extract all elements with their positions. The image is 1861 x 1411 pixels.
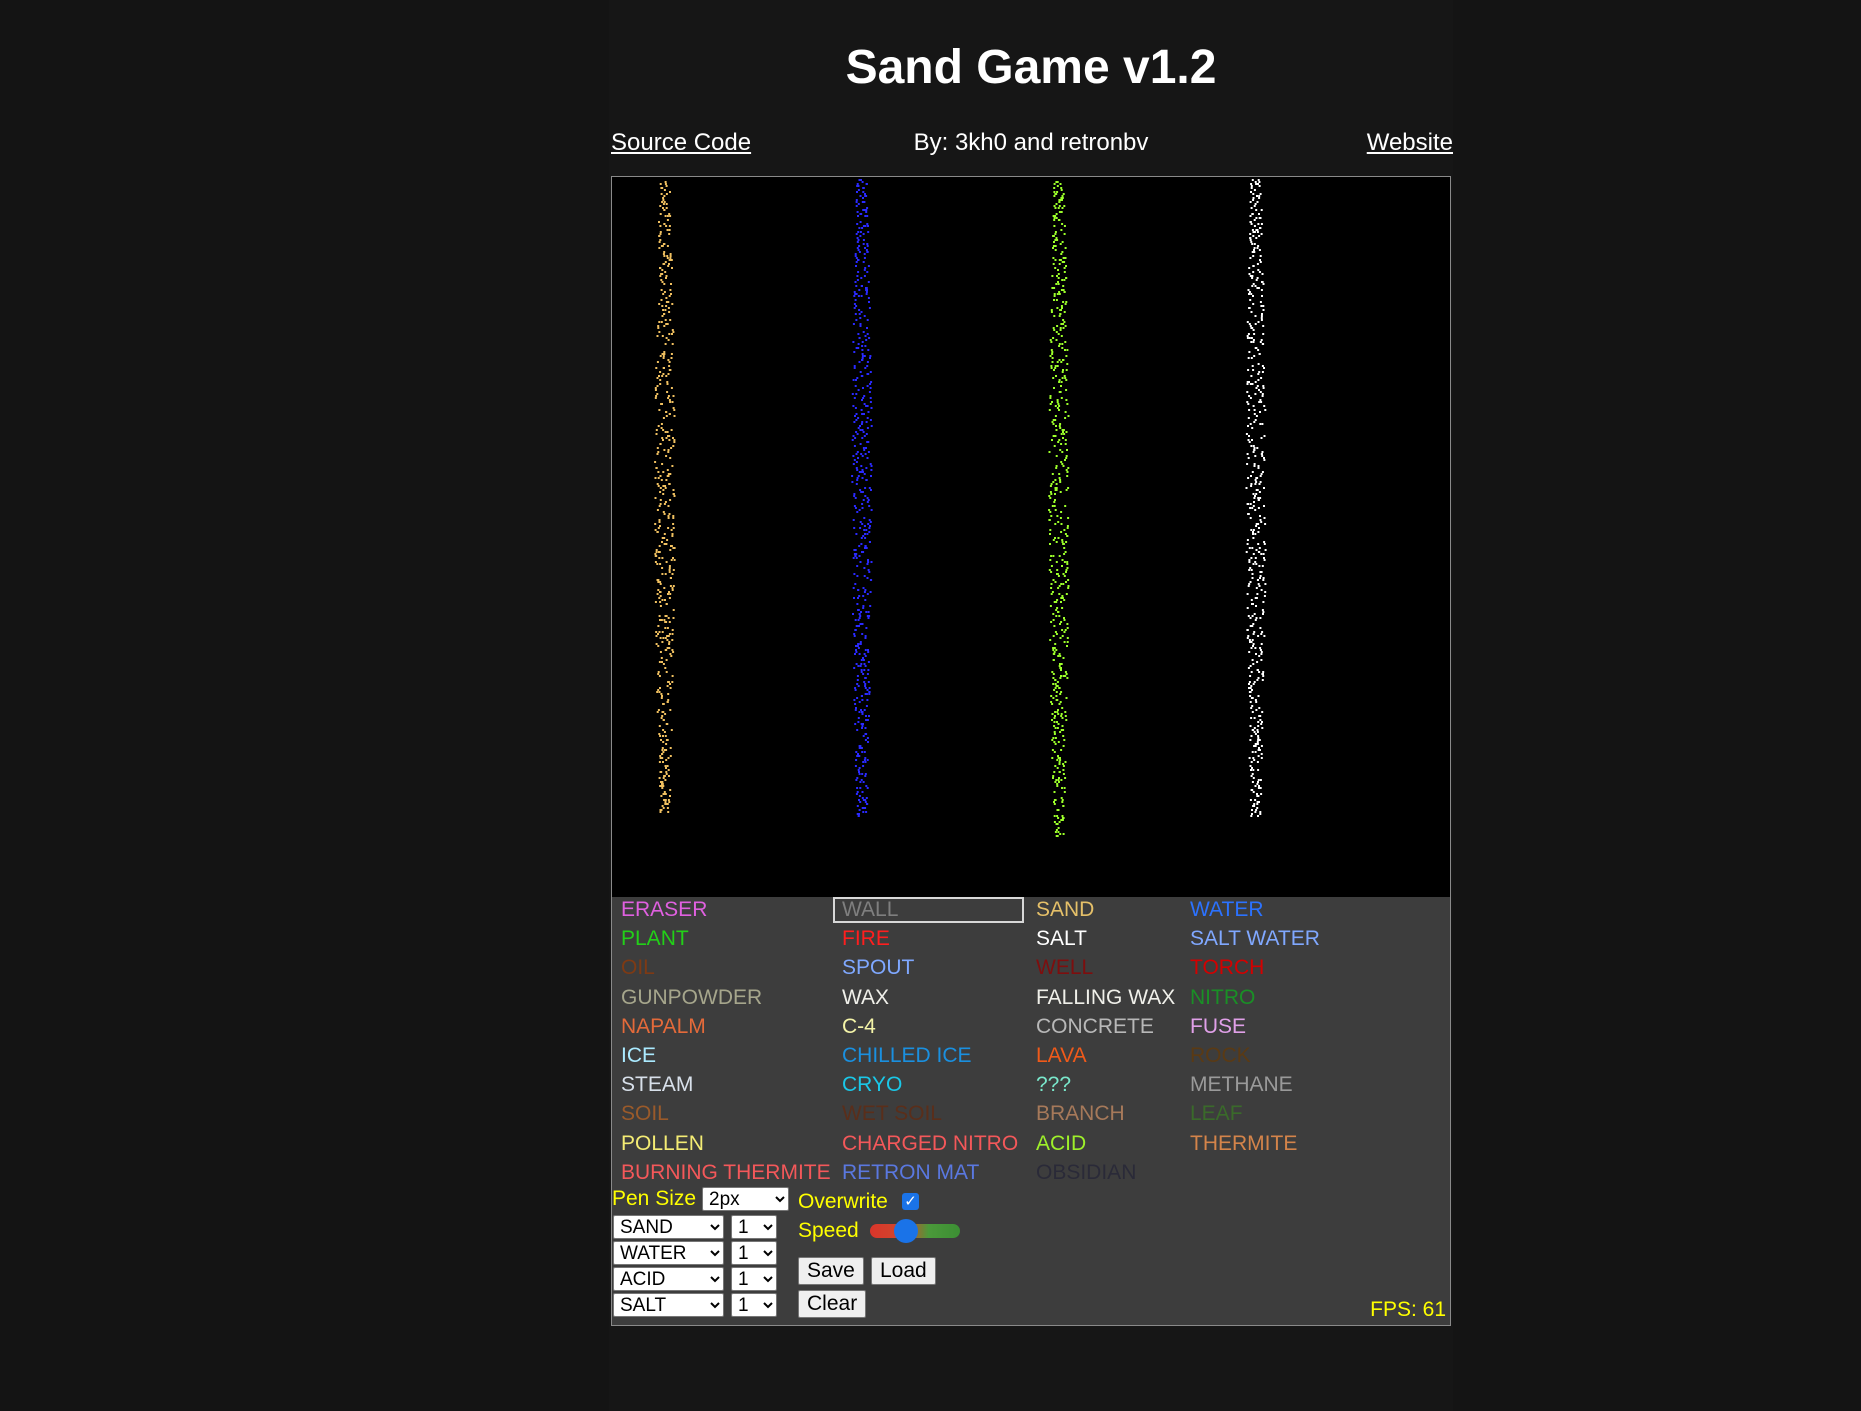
element-thermite-button[interactable]: THERMITE: [1181, 1131, 1306, 1157]
element-lava-button[interactable]: LAVA: [1027, 1043, 1096, 1069]
element--button[interactable]: ???: [1027, 1072, 1080, 1098]
element-plant-button[interactable]: PLANT: [612, 926, 698, 952]
element-burning-thermite-button[interactable]: BURNING THERMITE: [612, 1160, 840, 1186]
element-nitro-button[interactable]: NITRO: [1181, 985, 1264, 1011]
element-concrete-button[interactable]: CONCRETE: [1027, 1014, 1163, 1040]
element-soil-button[interactable]: SOIL: [612, 1101, 678, 1127]
spawner-count-select[interactable]: 1: [731, 1267, 777, 1291]
overwrite-label: Overwrite: [798, 1190, 888, 1213]
spawner-element-select[interactable]: WATER: [613, 1241, 724, 1265]
element-salt-button[interactable]: SALT: [1027, 926, 1096, 952]
acid-stream: [1048, 181, 1070, 837]
game-canvas[interactable]: [611, 176, 1451, 898]
speed-slider-thumb[interactable]: [894, 1219, 918, 1243]
element-fuse-button[interactable]: FUSE: [1181, 1014, 1255, 1040]
spawner-count-select[interactable]: 1: [731, 1293, 777, 1317]
element-fire-button[interactable]: FIRE: [833, 926, 899, 952]
clear-button[interactable]: Clear: [798, 1290, 867, 1318]
element-retron-mat-button[interactable]: RETRON MAT: [833, 1160, 988, 1186]
element-leaf-button[interactable]: LEAF: [1181, 1101, 1252, 1127]
sand-stream: [654, 181, 676, 813]
water-stream: [851, 179, 873, 817]
element-rock-button[interactable]: ROCK: [1181, 1043, 1260, 1069]
element-falling-wax-button[interactable]: FALLING WAX: [1027, 985, 1184, 1011]
spawner-element-select[interactable]: SAND: [613, 1215, 724, 1239]
source-code-link[interactable]: Source Code: [611, 128, 751, 158]
element-branch-button[interactable]: BRANCH: [1027, 1101, 1134, 1127]
element-methane-button[interactable]: METHANE: [1181, 1072, 1302, 1098]
element-oil-button[interactable]: OIL: [612, 955, 664, 981]
fps-counter: FPS: 61: [1370, 1298, 1446, 1321]
game-container: Sand Game v1.2 By: 3kh0 and retronbv Sou…: [609, 0, 1453, 1411]
element-pollen-button[interactable]: POLLEN: [612, 1131, 713, 1157]
element-salt-water-button[interactable]: SALT WATER: [1181, 926, 1329, 952]
element-gunpowder-button[interactable]: GUNPOWDER: [612, 985, 771, 1011]
save-button[interactable]: Save: [798, 1257, 864, 1285]
element-cryo-button[interactable]: CRYO: [833, 1072, 911, 1098]
load-button[interactable]: Load: [871, 1257, 936, 1285]
element-wet-soil-button[interactable]: WET SOIL: [833, 1101, 951, 1127]
speed-slider[interactable]: [870, 1219, 960, 1243]
particle-layer: [654, 179, 1267, 837]
element-c-4-button[interactable]: C-4: [833, 1014, 885, 1040]
element-spout-button[interactable]: SPOUT: [833, 955, 923, 981]
element-steam-button[interactable]: STEAM: [612, 1072, 702, 1098]
element-sand-button[interactable]: SAND: [1027, 897, 1103, 923]
element-eraser-button[interactable]: ERASER: [612, 897, 716, 923]
spawner-count-select[interactable]: 1: [731, 1241, 777, 1265]
control-panel: ERASER WALL SAND WATER PLANT FIRE SALT SALT WAT…: [611, 897, 1451, 1326]
element-chilled-ice-button[interactable]: CHILLED ICE: [833, 1043, 981, 1069]
element-water-button[interactable]: WATER: [1181, 897, 1273, 923]
salt-stream: [1245, 179, 1267, 817]
spawner-count-select[interactable]: 1: [731, 1215, 777, 1239]
element-wax-button[interactable]: WAX: [833, 985, 898, 1011]
spawner-element-select[interactable]: SALT: [613, 1293, 724, 1317]
element-torch-button[interactable]: TORCH: [1181, 955, 1273, 981]
page-title: Sand Game v1.2: [845, 41, 1217, 94]
overwrite-checkbox[interactable]: ✓: [902, 1193, 919, 1210]
element-acid-button[interactable]: ACID: [1027, 1131, 1095, 1157]
element-napalm-button[interactable]: NAPALM: [612, 1014, 715, 1040]
element-well-button[interactable]: WELL: [1027, 955, 1102, 981]
element-charged-nitro-button[interactable]: CHARGED NITRO: [833, 1131, 1027, 1157]
website-link[interactable]: Website: [1367, 128, 1453, 158]
pen-size-select[interactable]: 2px: [702, 1187, 789, 1211]
spawner-element-select[interactable]: ACID: [613, 1267, 724, 1291]
element-wall-button[interactable]: WALL: [833, 897, 1024, 923]
check-icon: ✓: [904, 1193, 917, 1210]
element-ice-button[interactable]: ICE: [612, 1043, 665, 1069]
pen-size-label: Pen Size: [612, 1187, 697, 1210]
speed-label: Speed: [798, 1219, 859, 1242]
element-obsidian-button[interactable]: OBSIDIAN: [1027, 1160, 1145, 1186]
